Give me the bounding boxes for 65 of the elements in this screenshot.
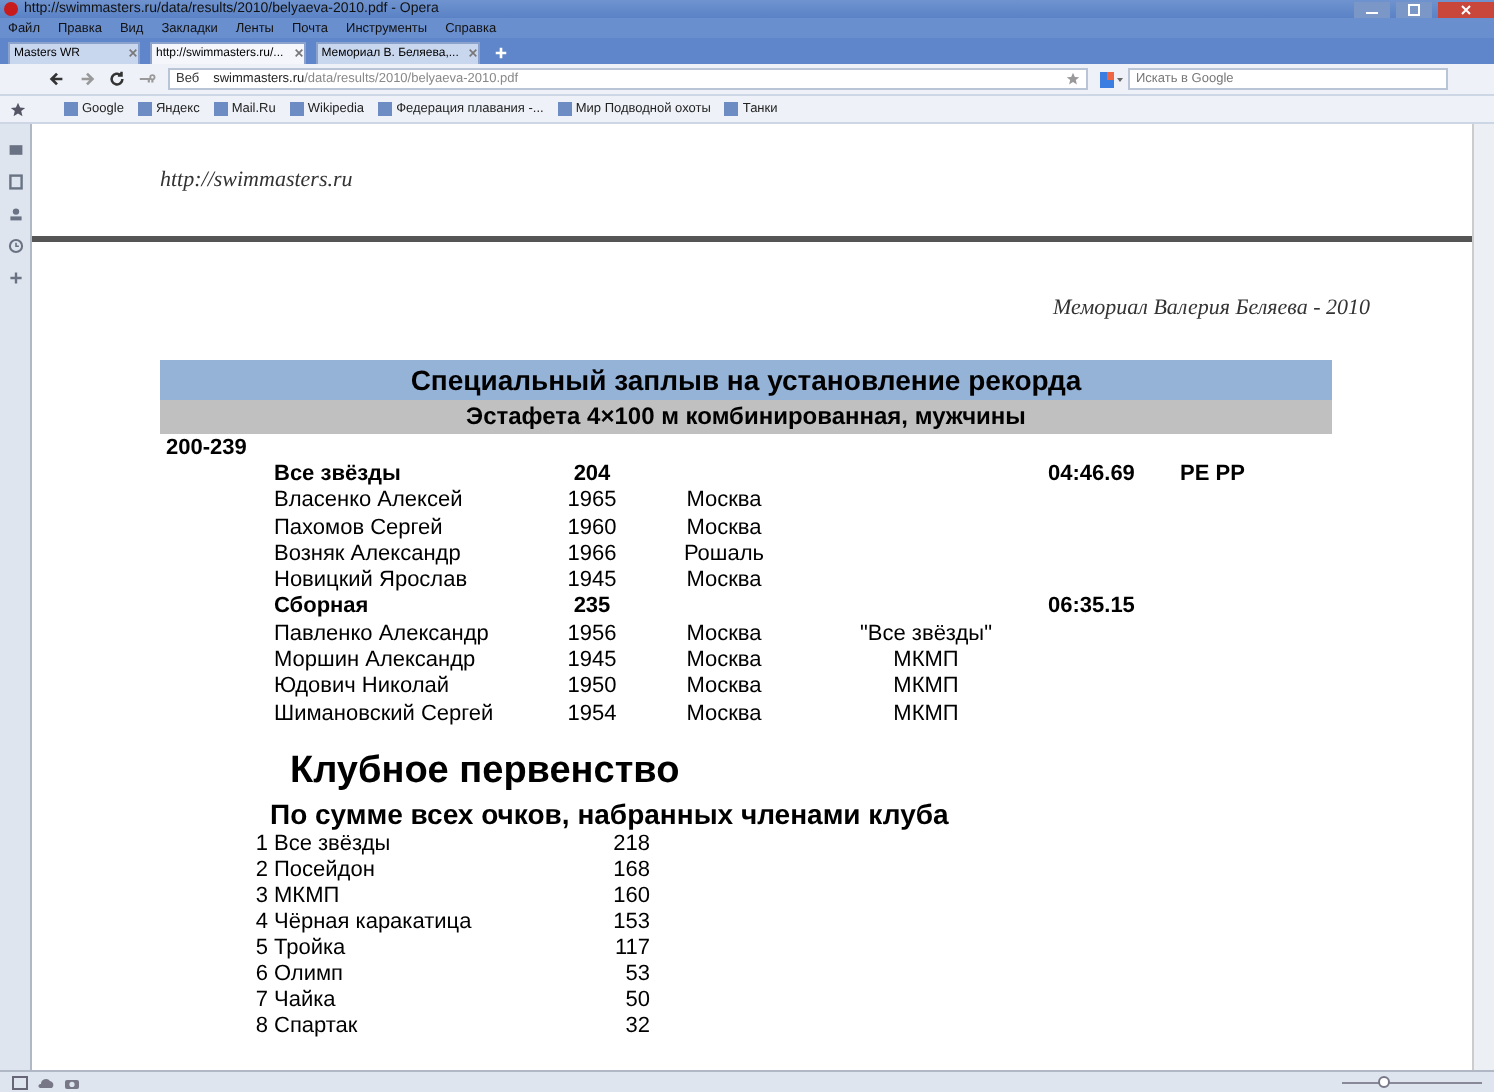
section-subtitle: По сумме всех очков, набранных членами клуба (270, 797, 949, 830)
place: 5 (253, 935, 268, 962)
club-points: 50 (623, 987, 650, 1014)
team-points: 204 (571, 462, 613, 489)
birth-year: 1965 (565, 488, 619, 516)
club-name: "Все звёзды" (860, 621, 992, 646)
club-name: МКМП (893, 674, 959, 699)
city: Москва (686, 515, 762, 540)
swimmer-name: Павленко Александр (274, 621, 491, 649)
city: Москва (686, 701, 762, 726)
club-points: 117 (612, 935, 650, 962)
record-note: РЕ РР (1180, 462, 1245, 486)
birth-year: 1960 (565, 515, 619, 542)
city: Москва (686, 568, 762, 593)
team-name: Все звёзды (274, 462, 403, 489)
club-name: Тройка (274, 935, 348, 962)
age-group: 200-239 (166, 436, 247, 460)
birth-year: 1966 (565, 541, 619, 569)
club-points: 218 (611, 831, 650, 858)
club-name: МКМП (893, 701, 959, 726)
birth-year: 1954 (565, 701, 619, 728)
team-points: 235 (571, 594, 613, 622)
club-name: МКМП (893, 648, 959, 673)
club-points: 160 (611, 883, 650, 910)
city: Москва (686, 674, 762, 699)
place: 2 (253, 857, 268, 884)
swimmer-name: Новицкий Ярослав (274, 568, 470, 595)
place: 7 (253, 987, 268, 1014)
birth-year: 1945 (565, 648, 619, 675)
club-name: Посейдон (274, 857, 377, 884)
place: 1 (253, 831, 268, 858)
club-name: Чёрная каракатица (274, 909, 474, 936)
club-points: 153 (611, 909, 650, 936)
birth-year: 1950 (565, 674, 619, 702)
banner-subtitle: Эстафета 4×100 м комбинированная, мужчины (160, 400, 1332, 434)
swimmer-name: Пахомов Сергей (274, 515, 445, 542)
swimmer-name: Моршин Александр (274, 648, 478, 675)
place: 8 (253, 1013, 268, 1040)
birth-year: 1945 (565, 568, 619, 595)
club-name: Чайка (274, 987, 338, 1014)
club-points: 168 (611, 857, 650, 884)
club-name: Олимп (274, 961, 346, 988)
club-name: Все звёзды (274, 831, 393, 858)
relay-time: 06:35.15 (1048, 594, 1135, 619)
banner-title: Специальный заплыв на установление рекорда (160, 360, 1332, 400)
club-points: 53 (623, 961, 650, 988)
swimmer-name: Шимановский Сергей (274, 701, 496, 728)
city: Москва (686, 621, 762, 646)
swimmer-name: Юдович Николай (274, 674, 452, 702)
club-name: МКМП (274, 883, 342, 910)
club-points: 32 (623, 1013, 650, 1040)
event-title: Мемориал Валерия Беляева - 2010 (1053, 296, 1370, 324)
birth-year: 1956 (565, 621, 619, 649)
place: 4 (253, 909, 268, 936)
place: 3 (253, 883, 268, 910)
swimmer-name: Власенко Алексей (274, 488, 465, 516)
place: 6 (253, 961, 268, 988)
section-title: Клубное первенство (290, 749, 680, 792)
club-name: Спартак (274, 1013, 360, 1040)
swimmer-name: Возняк Александр (274, 541, 463, 569)
city: Москва (686, 488, 762, 513)
city: Москва (686, 648, 762, 673)
city: Рошаль (683, 541, 765, 566)
relay-time: 04:46.69 (1048, 462, 1135, 486)
team-name: Сборная (274, 594, 371, 622)
